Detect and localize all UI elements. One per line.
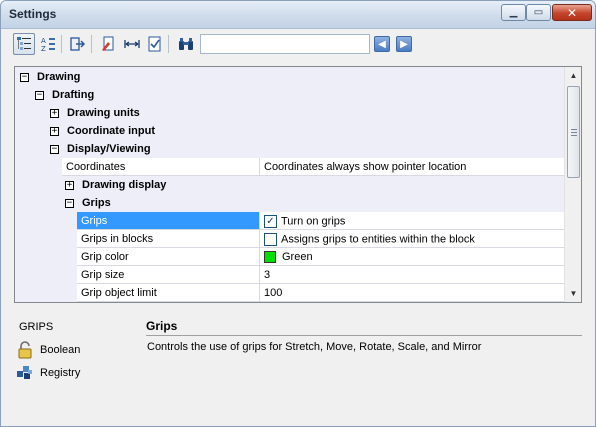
setting-heading: Grips [146,319,178,333]
tree-node-drafting[interactable]: − Drafting [15,86,564,104]
export-button[interactable] [67,33,89,55]
settings-tree[interactable]: − Drawing − Drafting + Drawing units + C… [14,66,582,303]
expand-icon[interactable]: + [50,109,59,118]
tree-node-drawing-units[interactable]: + Drawing units [15,104,564,122]
setting-description: Controls the use of grips for Stretch, M… [147,341,482,353]
find-next-button[interactable]: ▶ [396,36,412,52]
storage-label: Registry [40,367,81,379]
checklist-icon [148,36,161,52]
collapse-icon[interactable]: − [65,199,74,208]
expand-icon[interactable]: + [50,127,59,136]
property-row-coordinates[interactable]: Coordinates Coordinates always show poin… [15,158,564,176]
vertical-scrollbar[interactable]: ▲ ▼ [564,67,581,302]
dimension-button[interactable] [121,33,143,55]
window-title: Settings [9,7,57,21]
tree-node-label: Display/Viewing [67,143,151,155]
close-icon: ✕ [566,5,578,20]
tree-node-label: Drawing units [67,107,140,119]
checkbox-label: Turn on grips [281,215,346,228]
tree-node-drawing-display[interactable]: + Drawing display [15,176,564,194]
lock-icon [18,341,32,359]
toolbar-separator [168,35,169,53]
property-name: Grip color [77,248,259,266]
type-row: Boolean [16,341,80,359]
divider [146,335,582,336]
maximize-icon: ▭ [533,7,544,18]
property-name: Coordinates [62,158,259,176]
grip-icon [571,129,577,136]
property-value[interactable]: Coordinates always show pointer location [259,158,564,176]
collapse-icon[interactable]: − [50,145,59,154]
tree-node-label: Drawing display [82,179,167,191]
scroll-up-button[interactable]: ▲ [565,67,581,84]
tree-node-label: Drafting [52,89,95,101]
scroll-down-button[interactable]: ▼ [565,285,581,302]
arrow-left-icon: ◀ [378,38,386,50]
property-name: Grips in blocks [77,230,259,248]
arrow-down-icon: ▼ [569,289,578,298]
title-bar[interactable]: Settings ▁ ▭ ✕ [1,1,595,29]
property-value[interactable]: Assigns grips to entities within the blo… [259,230,564,248]
drawing-units-button[interactable] [97,33,119,55]
property-row-grip-size[interactable]: Grip size 3 [15,266,564,284]
collapse-icon[interactable]: − [20,73,29,82]
close-button[interactable]: ✕ [552,4,592,21]
collapse-icon[interactable]: − [35,91,44,100]
tree-node-label: Grips [82,197,111,209]
color-swatch [264,251,276,264]
toolbar: A Z ◀ ▶ [9,32,589,58]
maximize-button[interactable]: ▭ [526,4,551,21]
type-label: Boolean [40,344,81,356]
export-icon [70,37,86,51]
checklist-button[interactable] [144,33,166,55]
property-row-grip-object-limit[interactable]: Grip object limit 100 [15,284,564,302]
tree-node-grips[interactable]: − Grips [15,194,564,212]
find-button[interactable] [175,33,197,55]
toolbar-separator [91,35,92,53]
info-panel: GRIPS Boolean Registry Grips Controls th… [1,309,595,426]
dimension-icon [124,40,140,48]
minimize-icon: ▁ [509,7,518,18]
binoculars-icon [179,38,193,50]
property-name: Grips [77,212,259,230]
search-input[interactable] [200,34,370,54]
toolbar-separator [61,35,62,53]
checkbox-label: Assigns grips to entities within the blo… [281,233,475,246]
property-value[interactable]: 3 [259,266,564,284]
scroll-thumb[interactable] [567,86,580,178]
arrow-right-icon: ▶ [400,38,408,50]
property-value[interactable]: 100 [259,284,564,302]
svg-text:Z: Z [41,45,46,52]
registry-icon [17,366,32,379]
categorized-icon [17,37,31,50]
tree-node-drawing[interactable]: − Drawing [15,68,564,86]
svg-text:A: A [41,37,46,45]
sort-az-icon: A Z [41,37,55,52]
alphabetical-view-button[interactable]: A Z [37,33,59,55]
storage-row: Registry [16,364,80,382]
property-value[interactable]: ✓ Turn on grips [259,212,564,230]
arrow-up-icon: ▲ [569,71,578,80]
expand-icon[interactable]: + [65,181,74,190]
color-label: Green [282,251,313,263]
tree-node-coordinate-input[interactable]: + Coordinate input [15,122,564,140]
tree-node-label: Drawing [37,71,81,83]
grips-checkbox[interactable]: ✓ [264,215,277,228]
categorized-view-button[interactable] [13,33,35,55]
pencil-page-icon [102,36,114,51]
minimize-button[interactable]: ▁ [501,4,526,21]
property-value[interactable]: Green [259,248,564,266]
property-name: Grip size [77,266,259,284]
property-row-grips[interactable]: Grips ✓ Turn on grips [15,212,564,230]
tree-node-label: Coordinate input [67,125,155,137]
property-name: Grip object limit [77,284,259,302]
tree-content: − Drawing − Drafting + Drawing units + C… [15,67,564,302]
grips-in-blocks-checkbox[interactable] [264,233,277,246]
variable-name: GRIPS [19,321,54,333]
settings-window: Settings ▁ ▭ ✕ A Z ◀ ▶ − Drawing − Draft… [0,0,596,427]
property-row-grip-color[interactable]: Grip color Green [15,248,564,266]
property-row-grips-in-blocks[interactable]: Grips in blocks Assigns grips to entitie… [15,230,564,248]
tree-node-display-viewing[interactable]: − Display/Viewing [15,140,564,158]
find-previous-button[interactable]: ◀ [374,36,390,52]
